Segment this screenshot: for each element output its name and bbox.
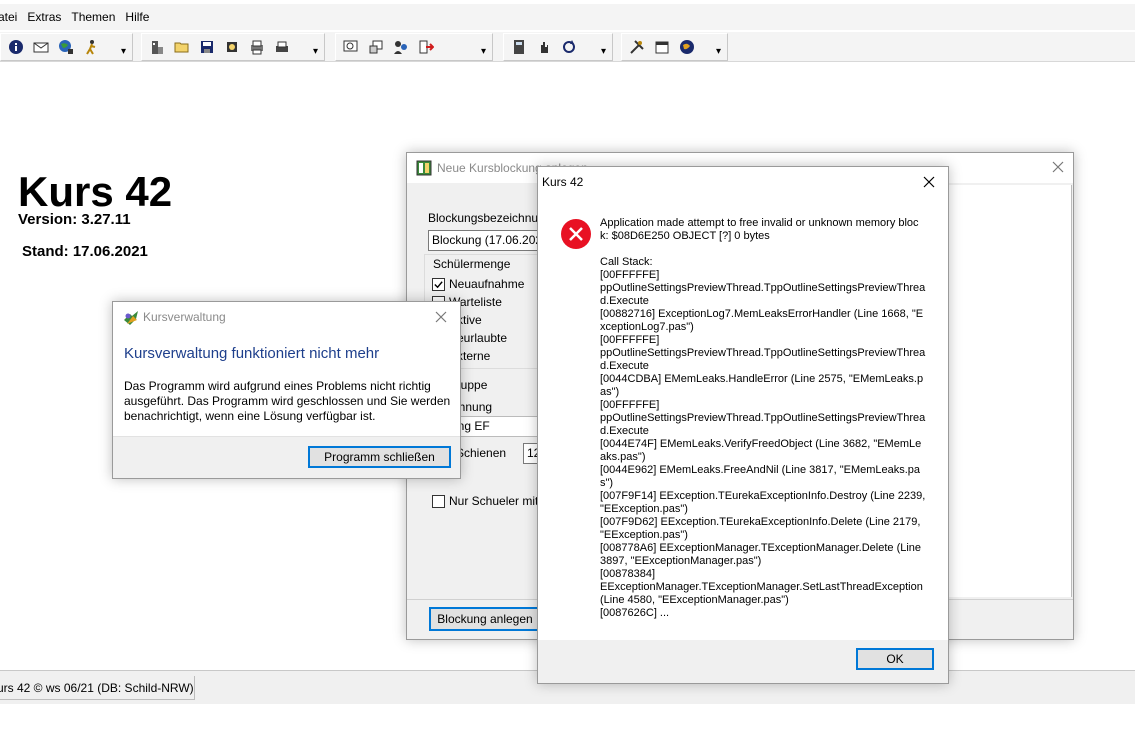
close-icon[interactable] — [432, 308, 450, 326]
close-icon[interactable] — [920, 173, 938, 191]
info-icon[interactable] — [5, 36, 27, 58]
desktop: atei Extras Themen Hilfe ▾ ▾ ▾ ▾ ▾ Kurs … — [0, 0, 1135, 731]
calendar-icon[interactable] — [651, 36, 673, 58]
check-nur-schueler[interactable]: Nur Schueler mit — [432, 494, 538, 508]
printer-icon[interactable] — [271, 36, 293, 58]
envelope-icon[interactable] — [30, 36, 52, 58]
refresh-icon[interactable] — [558, 36, 580, 58]
check-label: Neuaufnahme — [449, 277, 525, 291]
globe-icon[interactable] — [55, 36, 77, 58]
kursverwaltung-titlebar[interactable]: Kursverwaltung — [113, 302, 460, 332]
check-neuaufnahme[interactable]: Neuaufnahme — [432, 277, 524, 291]
checkbox[interactable] — [432, 494, 445, 508]
app-title: Kurs 42 — [18, 168, 173, 215]
building-icon[interactable] — [146, 36, 168, 58]
exit-icon[interactable] — [415, 36, 437, 58]
status-panel: urs 42 © ws 06/21 (DB: Schild-NRW) — [0, 676, 195, 700]
folder-open-icon[interactable] — [171, 36, 193, 58]
menubar: atei Extras Themen Hilfe — [0, 4, 1135, 30]
toolbar-dropdown-2[interactable]: ▾ — [313, 47, 318, 57]
jahrgang-field[interactable]: ang EF — [447, 416, 548, 437]
menu-datei[interactable]: atei — [0, 4, 22, 30]
bezeichnung-field[interactable]: Blockung (17.06.2021 — [428, 230, 548, 251]
close-icon[interactable] — [1049, 158, 1067, 176]
app-stand: Stand: 17.06.2021 — [22, 243, 148, 260]
toolbar-group-4: ▾ — [503, 33, 613, 61]
error-message: Application made attempt to free invalid… — [600, 217, 926, 619]
error-dialog: Kurs 42 Application made attempt to free… — [537, 166, 949, 684]
window-tool-icon[interactable] — [365, 36, 387, 58]
status-text: urs 42 © ws 06/21 (DB: Schild-NRW) — [0, 681, 194, 695]
toolbar-group-2: ▾ — [141, 33, 325, 61]
menu-extras[interactable]: Extras — [22, 4, 66, 30]
gear-board-icon[interactable] — [221, 36, 243, 58]
kursverwaltung-title: Kursverwaltung — [143, 310, 226, 324]
app-version: Version: 3.27.11 — [18, 211, 131, 228]
calculator-icon[interactable] — [508, 36, 530, 58]
kursverwaltung-window: Kursverwaltung Kursverwaltung funktionie… — [112, 301, 461, 479]
save-icon[interactable] — [196, 36, 218, 58]
walker-icon[interactable] — [80, 36, 102, 58]
earth-icon[interactable] — [676, 36, 698, 58]
blockung-anlegen-button[interactable]: Blockung anlegen — [429, 607, 541, 631]
screen-search-icon[interactable] — [340, 36, 362, 58]
kursverwaltung-message: Das Programm wird aufgrund eines Problem… — [124, 379, 451, 423]
check-label: Nur Schueler mit — [449, 494, 539, 508]
toolbar-dropdown-3[interactable]: ▾ — [481, 47, 486, 57]
error-title: Kurs 42 — [542, 175, 584, 189]
tools-icon[interactable] — [626, 36, 648, 58]
error-icon — [560, 218, 592, 250]
app-window-icon — [123, 310, 139, 326]
toolbar-group-1: ▾ — [0, 33, 133, 61]
toolbar-dropdown-1[interactable]: ▾ — [121, 47, 126, 57]
hand-icon[interactable] — [533, 36, 555, 58]
toolbar-dropdown-4[interactable]: ▾ — [601, 47, 606, 57]
people-icon[interactable] — [390, 36, 412, 58]
toolbar-dropdown-5[interactable]: ▾ — [716, 47, 721, 57]
error-footer: OK — [538, 640, 948, 683]
error-titlebar[interactable]: Kurs 42 — [538, 167, 948, 197]
kursverwaltung-footer: Programm schließen — [113, 436, 460, 478]
printer-preview-icon[interactable] — [246, 36, 268, 58]
menu-themen[interactable]: Themen — [66, 4, 120, 30]
schuelermenge-label: Schülermenge — [431, 257, 513, 271]
toolbar: ▾ ▾ ▾ ▾ ▾ — [0, 32, 1135, 62]
menu-hilfe[interactable]: Hilfe — [120, 4, 154, 30]
checkbox[interactable] — [432, 277, 445, 291]
bezeichnung-label: Blockungsbezeichnung — [428, 211, 552, 225]
kursverwaltung-heading: Kursverwaltung funktioniert nicht mehr — [124, 345, 380, 362]
toolbar-group-3: ▾ — [335, 33, 493, 61]
toolbar-group-5: ▾ — [621, 33, 728, 61]
app-window-icon — [416, 160, 432, 176]
programm-schliessen-button[interactable]: Programm schließen — [308, 446, 451, 468]
ok-button[interactable]: OK — [856, 648, 934, 670]
